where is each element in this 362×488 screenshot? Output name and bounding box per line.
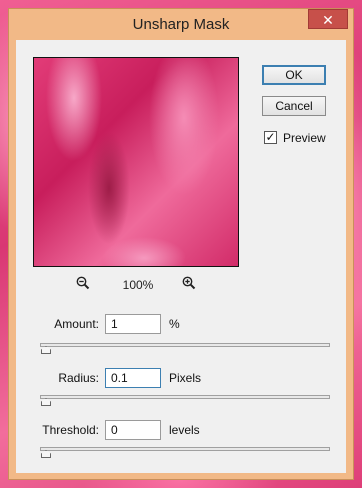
title-bar[interactable]: Unsharp Mask ✕ [9, 9, 353, 39]
radius-unit: Pixels [169, 371, 202, 385]
preview-toggle[interactable]: ✓ Preview [264, 130, 344, 148]
radius-label: Radius: [58, 371, 99, 385]
zoom-controls: 100% [33, 276, 239, 296]
check-icon: ✓ [265, 130, 276, 144]
dialog-body: 100% OK Cancel ✓ Preview Amount: % [16, 40, 346, 473]
zoom-out-icon[interactable] [73, 276, 93, 296]
amount-label: Amount: [54, 317, 99, 331]
threshold-input[interactable] [105, 420, 161, 440]
amount-slider[interactable] [40, 343, 330, 347]
amount-input[interactable] [105, 314, 161, 334]
close-icon: ✕ [322, 12, 334, 28]
zoom-level: 100% [122, 278, 154, 292]
close-button[interactable]: ✕ [308, 9, 348, 29]
radius-input[interactable] [105, 368, 161, 388]
threshold-slider-thumb[interactable] [41, 450, 51, 458]
threshold-slider[interactable] [40, 447, 330, 451]
preview-image[interactable] [33, 57, 239, 267]
threshold-unit: levels [169, 423, 200, 437]
preview-label: Preview [283, 131, 326, 145]
amount-slider-thumb[interactable] [41, 346, 51, 354]
zoom-in-icon[interactable] [179, 276, 199, 296]
amount-unit: % [169, 317, 180, 331]
ok-button[interactable]: OK [262, 65, 326, 85]
unsharp-mask-dialog: Unsharp Mask ✕ 100% OK Cancel ✓ Preview … [8, 8, 354, 480]
threshold-label: Threshold: [42, 423, 99, 437]
radius-slider-thumb[interactable] [41, 398, 51, 406]
dialog-title: Unsharp Mask [132, 16, 230, 33]
preview-checkbox[interactable]: ✓ [264, 131, 277, 144]
radius-slider[interactable] [40, 395, 330, 399]
cancel-button[interactable]: Cancel [262, 96, 326, 116]
